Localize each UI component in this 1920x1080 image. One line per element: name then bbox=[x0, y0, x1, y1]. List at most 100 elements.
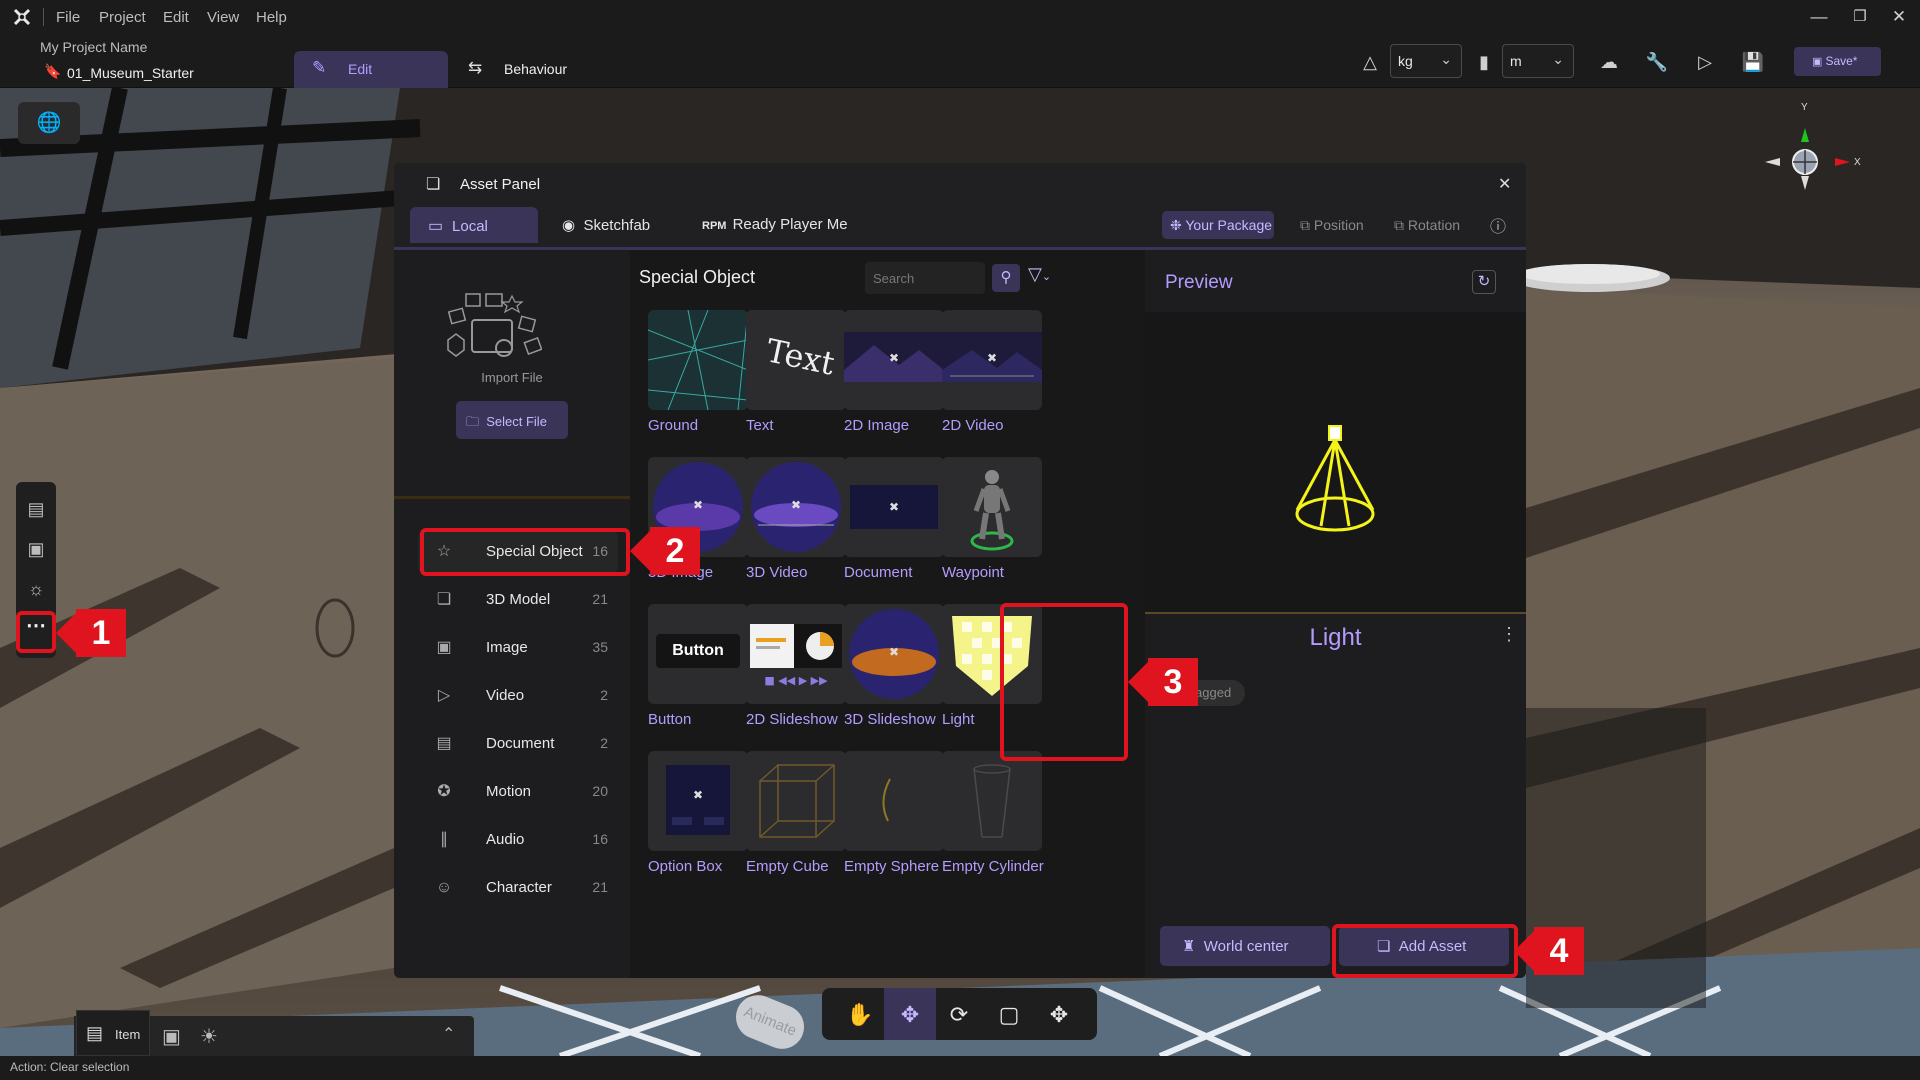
search-input[interactable]: Search bbox=[865, 262, 985, 294]
scale-icon[interactable]: ▢ bbox=[996, 1002, 1022, 1028]
text-tool-icon[interactable]: ▤ bbox=[23, 496, 49, 522]
asset-tile-option-box[interactable]: ✖ bbox=[648, 751, 748, 851]
mass-unit-select[interactable]: kg ⌄ bbox=[1390, 44, 1462, 78]
menu-edit[interactable]: Edit bbox=[163, 9, 189, 26]
save-button[interactable]: ▣ Save* bbox=[1794, 47, 1881, 76]
play-icon[interactable]: ▷ bbox=[1693, 50, 1717, 74]
tab-behaviour[interactable]: ⇆ Behaviour bbox=[462, 51, 582, 88]
2d-slideshow-thumbnail: ■ ◀◀ ▶ ▶▶ bbox=[750, 624, 842, 687]
callout-4-number: 4 bbox=[1549, 932, 1569, 970]
asset-tile-3d-video[interactable]: ✖ bbox=[746, 457, 846, 557]
camera-icon[interactable]: ▣ bbox=[162, 1024, 181, 1049]
edit-icon: ✎ bbox=[312, 58, 327, 77]
position-toggle[interactable]: ⧉ Position bbox=[1300, 211, 1380, 239]
category-character[interactable]: ☺ Character 21 bbox=[418, 868, 618, 908]
category-count: 21 bbox=[592, 879, 608, 895]
asset-tile-2d-video[interactable]: ✖ bbox=[942, 310, 1042, 410]
menu-file[interactable]: File bbox=[56, 9, 80, 26]
asset-tile-2d-slideshow[interactable]: ■ ◀◀ ▶ ▶▶ bbox=[746, 604, 846, 704]
light-tool-icon[interactable]: ☼ bbox=[23, 576, 49, 602]
environment-icon[interactable]: ☀ bbox=[200, 1024, 218, 1049]
filter-icon[interactable]: ▽⌄ bbox=[1028, 264, 1051, 285]
asset-tile-waypoint[interactable] bbox=[942, 457, 1042, 557]
close-window-icon[interactable]: ✕ bbox=[1888, 7, 1910, 27]
scene-name[interactable]: 01_Museum_Starter bbox=[67, 65, 194, 81]
move-tool-active[interactable]: ✥ bbox=[884, 988, 936, 1040]
asset-tile-document[interactable]: ✖ bbox=[844, 457, 944, 557]
empty-sphere-thumbnail bbox=[882, 778, 891, 822]
chevron-up-icon[interactable]: ⌃ bbox=[442, 1024, 455, 1044]
hand-icon[interactable]: ✋ bbox=[846, 1002, 873, 1028]
tab-item[interactable]: ▤ Item bbox=[76, 1010, 150, 1056]
refresh-icon: ↻ bbox=[1477, 273, 1491, 290]
menu-project[interactable]: Project bbox=[99, 9, 146, 26]
asset-label: Text bbox=[746, 417, 774, 434]
menu-view[interactable]: View bbox=[207, 9, 239, 26]
tab-ready-player-me[interactable]: RPM Ready Player Me bbox=[684, 207, 854, 243]
asset-tile-ground[interactable] bbox=[648, 310, 748, 410]
tab-edit[interactable]: ✎ Edit bbox=[294, 51, 448, 88]
asset-tile-2d-image[interactable]: ✖ bbox=[844, 310, 944, 410]
audio-icon: ∥ bbox=[440, 831, 448, 848]
preview-divider bbox=[1145, 612, 1526, 614]
app-logo-icon bbox=[13, 8, 31, 26]
category-count: 35 bbox=[592, 639, 608, 655]
category-3d-model[interactable]: ❏ 3D Model 21 bbox=[418, 580, 618, 620]
bookmark-icon: 🔖 bbox=[44, 63, 62, 79]
transform-icon[interactable]: ✥ bbox=[1046, 1002, 1072, 1028]
rotate-icon[interactable]: ⟳ bbox=[946, 1002, 972, 1028]
length-unit-select[interactable]: m ⌄ bbox=[1502, 44, 1574, 78]
svg-text:✖: ✖ bbox=[889, 351, 899, 365]
select-file-button[interactable]: 🗀 Select File bbox=[456, 401, 568, 439]
minimize-icon[interactable]: — bbox=[1808, 7, 1830, 27]
document-thumbnail: ✖ bbox=[850, 485, 938, 529]
asset-tile-text[interactable]: Text bbox=[746, 310, 846, 410]
search-button[interactable]: ⚲ bbox=[992, 264, 1020, 292]
asset-label: 2D Image bbox=[844, 417, 910, 434]
close-icon[interactable]: ✕ bbox=[1498, 174, 1511, 194]
cloud-icon[interactable]: ☁ bbox=[1597, 50, 1621, 74]
asset-tile-empty-cube[interactable] bbox=[746, 751, 846, 851]
tab-local[interactable]: ▭ Local bbox=[410, 207, 538, 243]
asset-tile-empty-sphere[interactable] bbox=[844, 751, 944, 851]
wrench-icon[interactable]: 🔧 bbox=[1645, 50, 1669, 74]
tab-sketchfab[interactable]: ◉ Sketchfab bbox=[544, 207, 684, 243]
status-bar: Action: Clear selection bbox=[0, 1056, 1920, 1080]
rotation-toggle[interactable]: ⧉ Rotation bbox=[1394, 211, 1474, 239]
orientation-gizmo[interactable] bbox=[1760, 100, 1870, 210]
restore-icon[interactable]: ❐ bbox=[1849, 7, 1871, 25]
globe-button[interactable]: 🌐 bbox=[18, 102, 80, 144]
world-center-button[interactable]: ♜ World center bbox=[1160, 926, 1330, 966]
category-motion[interactable]: ✪ Motion 20 bbox=[418, 772, 618, 812]
category-audio[interactable]: ∥ Audio 16 bbox=[418, 820, 618, 860]
tab-sketchfab-label: Sketchfab bbox=[583, 217, 651, 234]
select-file-label: Select File bbox=[486, 414, 547, 429]
chevron-down-icon: ⌄ bbox=[1552, 51, 1564, 67]
asset-tile-button[interactable]: Button bbox=[648, 604, 748, 704]
button-thumbnail: Button bbox=[656, 634, 740, 668]
image-tool-icon[interactable]: ▣ bbox=[23, 536, 49, 562]
reset-view-button[interactable]: ↻ bbox=[1472, 270, 1496, 294]
asset-label: Button bbox=[648, 711, 692, 728]
asset-label: 3D Video bbox=[746, 564, 808, 581]
publish-icon[interactable]: 💾 bbox=[1741, 50, 1765, 74]
length-unit-value: m bbox=[1510, 53, 1522, 69]
category-document[interactable]: ▤ Document 2 bbox=[418, 724, 618, 764]
cube-icon: ❏ bbox=[426, 176, 441, 193]
menu-help[interactable]: Help bbox=[256, 9, 287, 26]
asset-tile-3d-slideshow[interactable]: ✖ bbox=[844, 604, 944, 704]
transform-toolbar: ✋ ✥ ⟳ ▢ ✥ bbox=[822, 988, 1097, 1040]
asset-label: Empty Sphere bbox=[844, 858, 940, 875]
svg-text:✖: ✖ bbox=[693, 788, 703, 802]
world-center-label: World center bbox=[1203, 938, 1289, 955]
info-icon[interactable]: ⓘ bbox=[1490, 213, 1506, 237]
category-image[interactable]: ▣ Image 35 bbox=[418, 628, 618, 668]
preview-viewport[interactable] bbox=[1145, 312, 1526, 612]
asset-tile-empty-cylinder[interactable] bbox=[942, 751, 1042, 851]
your-package-button[interactable]: ❉ Your Package bbox=[1162, 211, 1274, 239]
tab-behaviour-label: Behaviour bbox=[504, 61, 568, 77]
your-package-label: Your Package bbox=[1185, 217, 1273, 233]
kebab-menu-icon[interactable]: ⋮ bbox=[1500, 624, 1518, 645]
rotation-icon: ⧉ bbox=[1394, 217, 1408, 233]
category-video[interactable]: ▷ Video 2 bbox=[418, 676, 618, 716]
